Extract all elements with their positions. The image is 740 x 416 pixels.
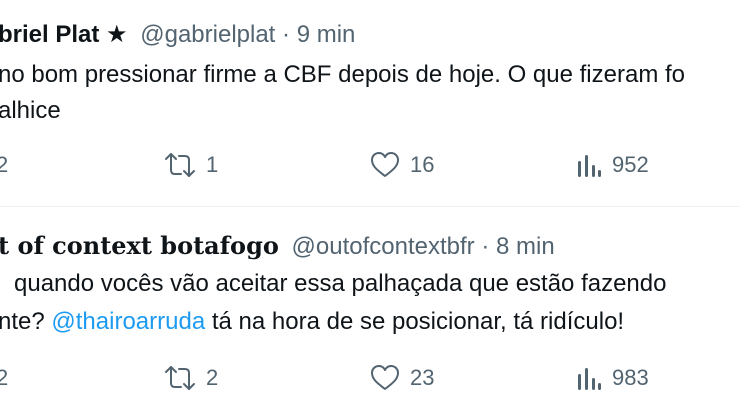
views-button[interactable]: 952 [576,152,649,178]
verified-star-icon: ★ [106,21,128,48]
heart-icon [370,365,400,391]
tweet-text-line-1: quando vocês vão aceitar essa palhaçada … [14,270,667,297]
views-icon [576,365,602,391]
retweet-button[interactable]: 2 [164,365,218,391]
tweet-text-line-2: alhice [0,97,61,124]
like-button[interactable]: 16 [370,152,434,178]
tweet-text-line-1: no bom pressionar firme a CBF depois de … [0,61,685,88]
like-count: 23 [410,365,435,390]
retweet-count: 1 [206,152,219,177]
tweet-text-line-2: nte? @thairoarruda tá na hora de se posi… [0,307,624,337]
tweet[interactable]: briel Plat ★ @gabrielplat · 9 min no bom… [0,0,740,205]
separator: · [282,21,291,48]
retweet-button[interactable]: 1 [164,152,218,178]
retweet-icon [164,152,196,178]
author-handle[interactable]: @outofcontextbfr [292,233,475,260]
retweet-count: 2 [206,365,219,390]
timestamp[interactable]: 8 min [496,233,555,260]
tweet-header: t of context botafogo @outofcontextbfr ·… [0,231,555,262]
like-button[interactable]: 23 [370,365,434,391]
reply-button[interactable]: 2 [0,365,8,391]
tweet[interactable]: t of context botafogo @outofcontextbfr ·… [0,207,740,416]
views-icon [576,152,602,178]
reply-count: 2 [0,365,9,390]
tweet-text-suffix: tá na hora de se posicionar, tá ridículo… [205,308,625,335]
retweet-icon [164,365,196,391]
author-name[interactable]: t of context botafogo [0,231,279,260]
author-name[interactable]: briel Plat [0,21,99,48]
views-count: 983 [612,365,649,390]
separator: · [481,233,490,260]
like-count: 16 [410,152,435,177]
mention-link[interactable]: @thairoarruda [51,308,205,335]
heart-icon [370,152,400,178]
tweet-text-prefix: nte? [0,308,45,335]
reply-button[interactable]: 2 [0,152,8,178]
author-handle[interactable]: @gabrielplat [140,21,275,48]
views-button[interactable]: 983 [576,365,649,391]
timestamp[interactable]: 9 min [297,21,356,48]
reply-count: 2 [0,152,9,177]
views-count: 952 [612,152,649,177]
tweet-header: briel Plat ★ @gabrielplat · 9 min [0,20,355,50]
